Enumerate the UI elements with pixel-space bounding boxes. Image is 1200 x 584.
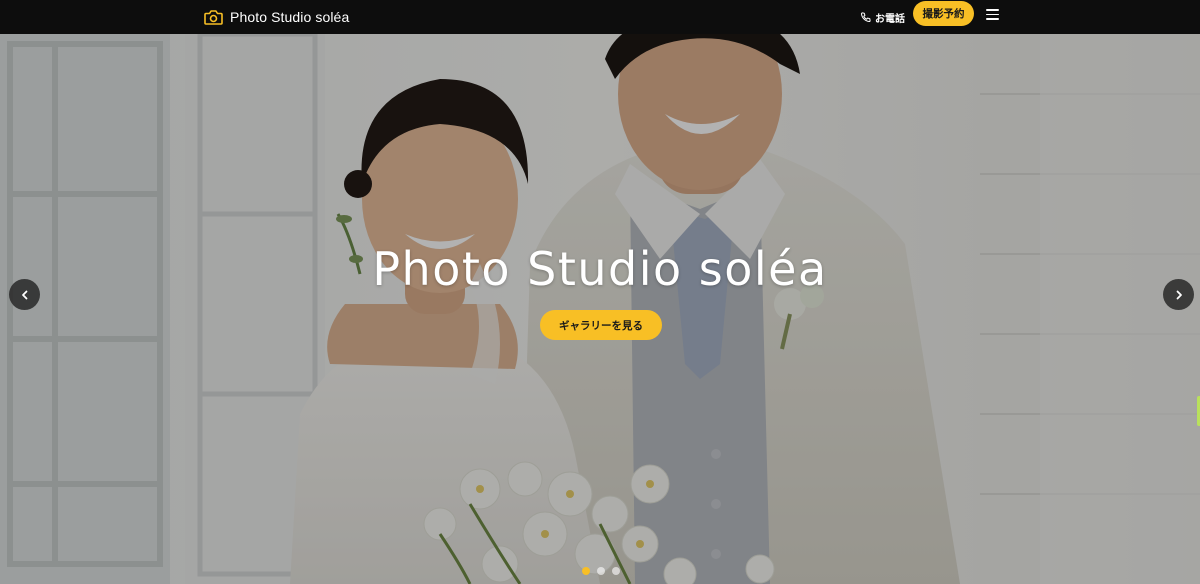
phone-link[interactable]: お電話 [860, 8, 905, 26]
view-gallery-button[interactable]: ギャラリーを見る [540, 310, 662, 340]
camera-icon [204, 10, 223, 25]
slider-dot-3[interactable] [612, 567, 620, 575]
reservation-button[interactable]: 撮影予約 [913, 1, 974, 26]
slider-dot-2[interactable] [597, 567, 605, 575]
hamburger-menu-icon[interactable] [986, 9, 999, 20]
slider-dot-1[interactable] [582, 567, 590, 575]
slider-prev-button[interactable] [9, 279, 40, 310]
phone-label: お電話 [875, 13, 905, 25]
menu-bar [986, 13, 999, 16]
hero-dark-overlay [0, 34, 1200, 584]
site-header: Photo Studio soléa お電話 撮影予約 [0, 0, 1200, 34]
menu-bar [986, 18, 999, 20]
phone-icon [860, 11, 871, 22]
site-logo[interactable]: Photo Studio soléa [204, 6, 349, 28]
site-logo-text: Photo Studio soléa [230, 9, 350, 25]
slider-pagination [582, 567, 620, 575]
slider-next-button[interactable] [1163, 279, 1194, 310]
hero-slider: Photo Studio soléa ギャラリーを見る [0, 34, 1200, 584]
menu-bar [986, 9, 999, 11]
hero-title: Photo Studio soléa [372, 242, 828, 296]
chevron-left-icon [21, 290, 27, 299]
chevron-right-icon [1176, 290, 1182, 299]
